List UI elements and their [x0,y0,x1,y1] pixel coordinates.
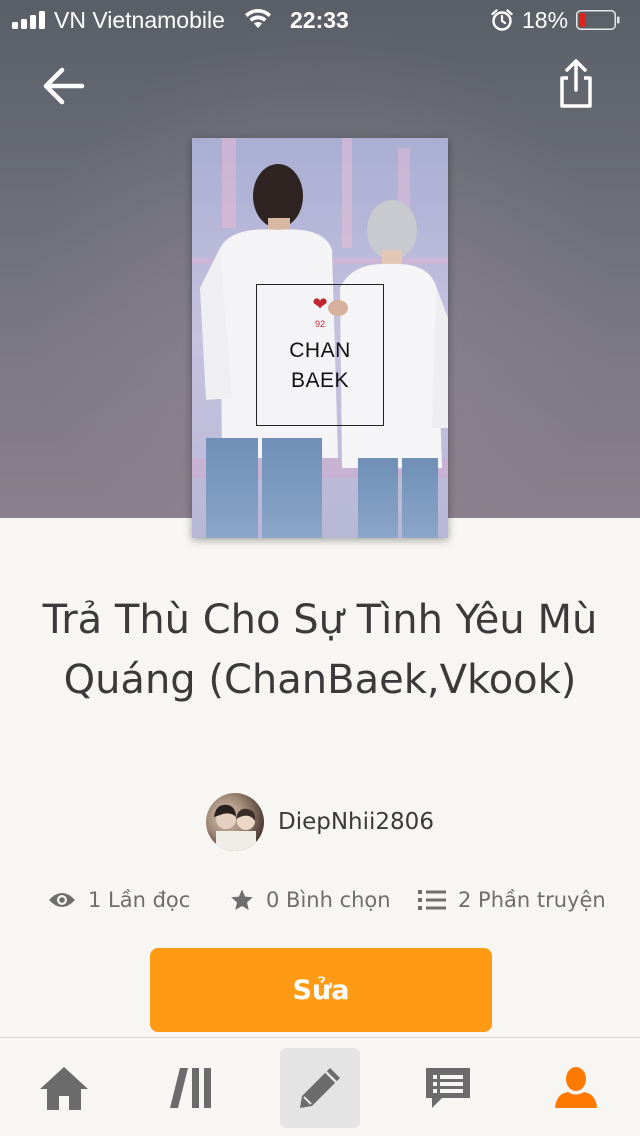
avatar-photo [214,804,256,851]
votes-stat: 0 Bình chọn [230,880,391,920]
share-icon [560,59,592,108]
library-icon [170,1068,211,1108]
battery-percentage: 18% [522,7,569,33]
carrier-name: VN Vietnamobile [54,7,225,33]
nav-profile[interactable] [536,1048,616,1128]
cover-number: 92 [314,319,325,329]
wifi-icon [245,8,271,28]
parts-stat[interactable]: 2 Phần truyện [418,880,606,920]
story-stats: 1 Lần đọc 0 Bình chọn 2 Phần truyện [0,880,640,920]
pencil-icon [300,1068,340,1108]
back-button[interactable] [36,58,92,114]
author-name[interactable]: DiepNhii2806 [278,809,434,835]
home-icon [40,1067,88,1110]
profile-icon [555,1067,597,1108]
battery-icon [576,10,620,30]
star-icon [231,889,253,910]
cover-title-frame: ❤ 92 CHAN BAEK [256,284,384,426]
list-icon [418,890,446,910]
share-button[interactable] [548,54,604,114]
messages-icon [426,1068,470,1108]
author-avatar[interactable] [206,793,264,851]
eye-icon [49,893,75,907]
reads-stat: 1 Lần đọc [48,880,190,920]
nav-library[interactable] [152,1048,232,1128]
edit-button[interactable]: Sửa [150,948,492,1032]
story-cover: ❤ 92 CHAN BAEK [192,138,448,538]
alarm-icon [491,9,513,31]
reads-count: 1 Lần đọc [88,888,191,912]
nav-home[interactable] [24,1048,104,1128]
story-details-screen: VN Vietnamobile 22:33 18% ❤ 92 CHAN BAEK… [0,0,640,1136]
status-time: 22:33 [290,7,349,33]
story-title: Trả Thù Cho Sự Tình Yêu Mù Quáng (ChanBa… [42,597,598,703]
votes-count: 0 Bình chọn [266,888,391,912]
arrow-left-icon [43,67,85,105]
heart-icon: ❤ [312,294,328,314]
nav-write[interactable] [280,1048,360,1128]
parts-count[interactable]: 2 Phần truyện [458,888,606,912]
nav-messages[interactable] [408,1048,488,1128]
bottom-navigation [0,1037,640,1136]
status-bar: VN Vietnamobile 22:33 18% [0,0,640,40]
signal-strength-icon [12,11,45,29]
cover-text-line-1: CHAN [289,339,351,362]
author-link[interactable]: DiepNhii2806 [206,792,434,852]
cover-text-line-2: BAEK [290,369,350,392]
